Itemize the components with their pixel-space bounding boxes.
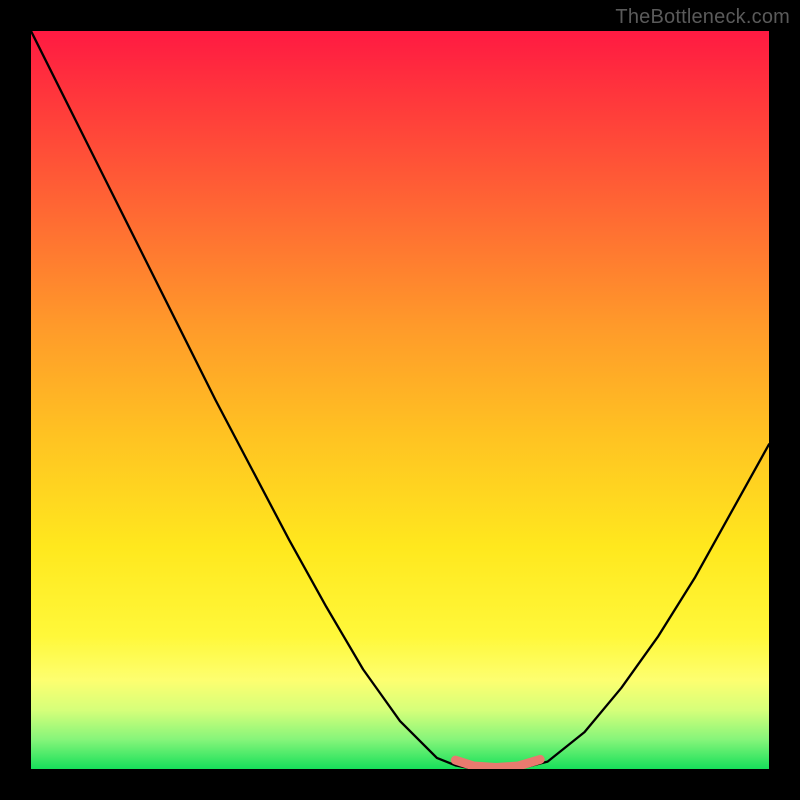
bottleneck-curve-path	[31, 31, 769, 769]
curve-svg	[31, 31, 769, 769]
optimal-band-path	[455, 759, 540, 767]
plot-area	[31, 31, 769, 769]
chart-frame: TheBottleneck.com	[0, 0, 800, 800]
watermark-text: TheBottleneck.com	[615, 6, 790, 29]
